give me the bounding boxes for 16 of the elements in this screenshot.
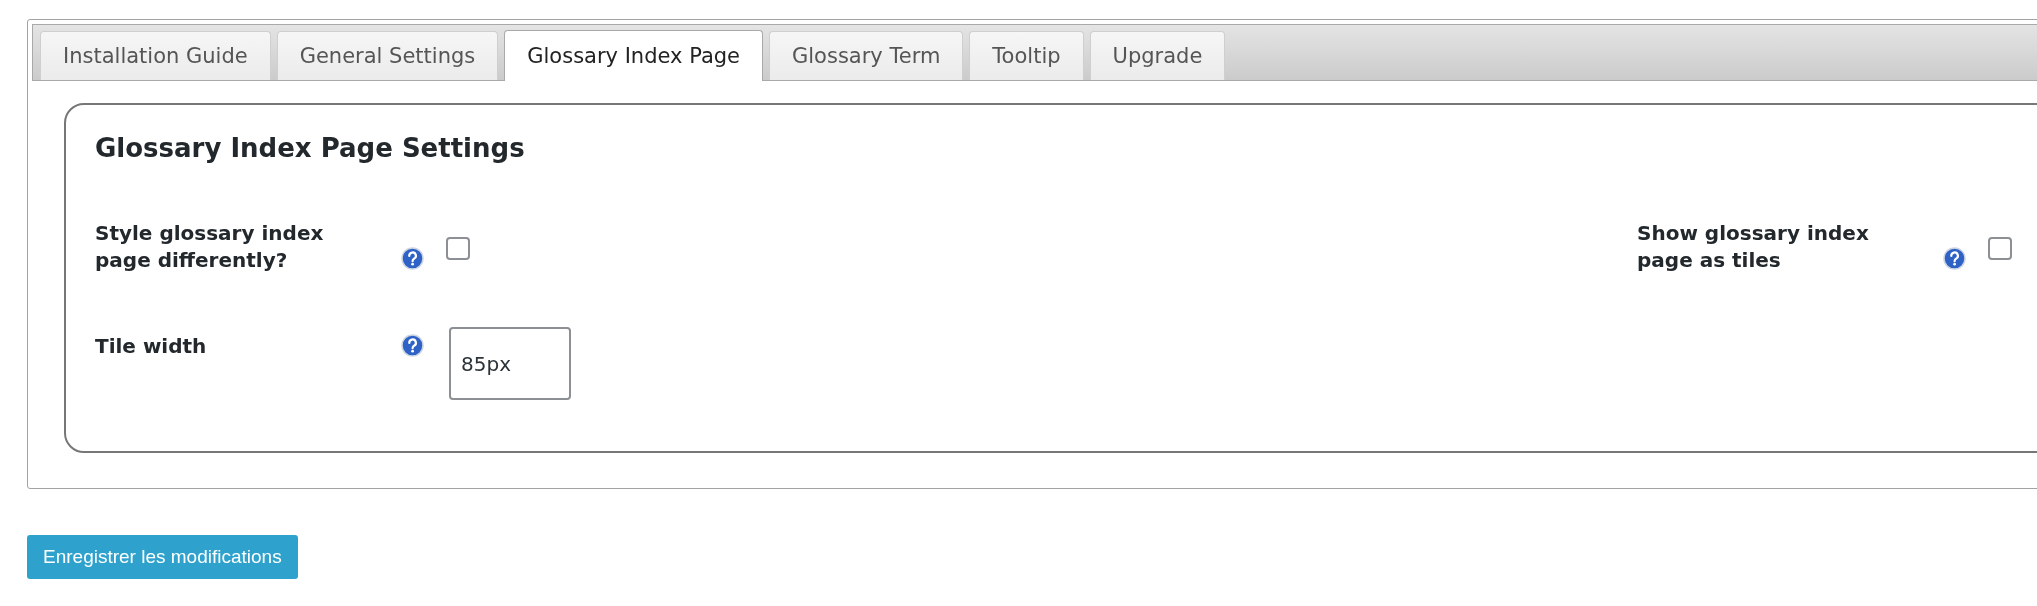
setting-label: Tile width xyxy=(95,333,208,360)
checkbox[interactable] xyxy=(446,237,470,260)
help-icon[interactable] xyxy=(1943,247,1966,270)
tab[interactable]: Upgrade xyxy=(1089,31,1226,80)
setting-label: Style glossary index page differently? xyxy=(95,220,325,274)
tab[interactable]: Glossary Term xyxy=(769,31,964,80)
checkbox[interactable] xyxy=(1988,237,2012,260)
section-title: Glossary Index Page Settings xyxy=(95,132,526,164)
tab[interactable]: Glossary Index Page xyxy=(504,30,763,81)
tab[interactable]: General Settings xyxy=(276,31,499,80)
tab[interactable]: Tooltip xyxy=(969,31,1084,80)
setting-label: Show glossary index page as tiles xyxy=(1637,220,1870,274)
help-icon[interactable] xyxy=(401,334,424,357)
help-icon[interactable] xyxy=(401,247,424,270)
tab[interactable]: Installation Guide xyxy=(40,31,271,80)
text-field[interactable]: 85px xyxy=(449,327,571,400)
